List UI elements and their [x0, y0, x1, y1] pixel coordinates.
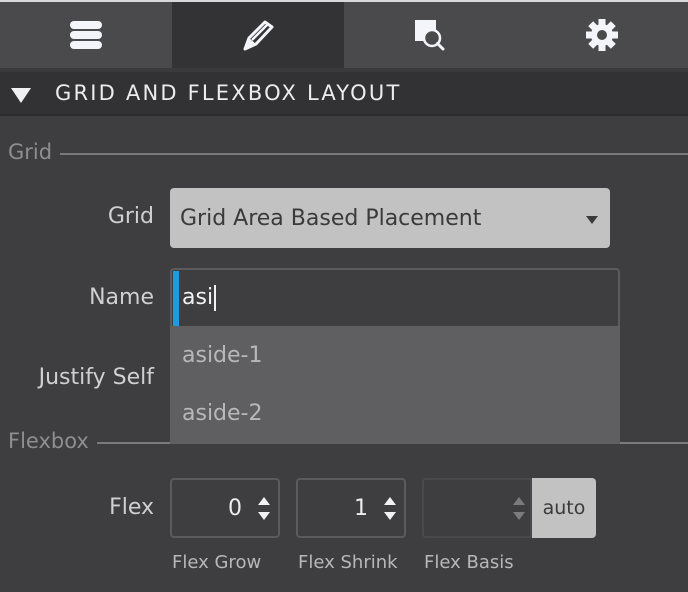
section-header-grid-flexbox[interactable]: GRID AND FLEXBOX LAYOUT	[0, 72, 688, 116]
grid-placement-select[interactable]: Grid Area Based Placement	[170, 188, 610, 248]
decrement-arrow-icon[interactable]	[258, 511, 270, 520]
focus-indicator	[173, 271, 179, 326]
grid-area-name-input[interactable]: asi	[170, 268, 620, 328]
grid-label: Grid	[107, 204, 154, 229]
grid-placement-value: Grid Area Based Placement	[180, 205, 482, 231]
flex-shrink-value: 1	[354, 495, 368, 521]
gear-icon	[585, 18, 619, 52]
justify-self-label: Justify Self	[38, 365, 154, 390]
flex-grow-stepper	[256, 496, 272, 520]
flex-basis-input[interactable]	[422, 478, 532, 538]
flex-basis-auto-button[interactable]: auto	[532, 478, 596, 538]
tab-style[interactable]	[172, 2, 344, 68]
name-input-text: asi	[182, 285, 214, 310]
tab-settings[interactable]	[516, 2, 688, 68]
grid-group-text: Grid	[8, 140, 53, 164]
chevron-down-icon	[586, 216, 598, 224]
increment-arrow-icon[interactable]	[513, 496, 525, 505]
grid-group-label: Grid	[8, 140, 688, 164]
flex-grow-input[interactable]: 0	[170, 478, 280, 538]
increment-arrow-icon[interactable]	[258, 496, 270, 505]
suggestion-item[interactable]: aside-2	[170, 384, 620, 442]
hamburger-menu-icon	[69, 19, 103, 51]
flex-shrink-stepper	[382, 496, 398, 520]
tab-layers[interactable]	[0, 2, 172, 68]
flex-grow-value: 0	[228, 495, 242, 521]
flex-grow-label: Flex Grow	[172, 552, 262, 573]
inspect-search-icon	[413, 18, 447, 52]
name-label: Name	[89, 285, 154, 310]
section-title: GRID AND FLEXBOX LAYOUT	[55, 81, 402, 105]
name-suggestions-dropdown: aside-1 aside-2	[170, 326, 620, 444]
flex-shrink-label: Flex Shrink	[298, 552, 398, 573]
collapse-triangle-icon[interactable]	[11, 87, 31, 103]
text-cursor	[214, 285, 217, 311]
flex-shrink-input[interactable]: 1	[296, 478, 406, 538]
divider	[60, 153, 688, 155]
flex-basis-stepper	[511, 496, 527, 520]
pencil-icon	[241, 18, 275, 52]
suggestion-item[interactable]: aside-1	[170, 326, 620, 384]
increment-arrow-icon[interactable]	[384, 496, 396, 505]
flex-label: Flex	[109, 495, 154, 520]
flexbox-group-text: Flexbox	[8, 429, 89, 453]
flex-basis-label: Flex Basis	[424, 552, 514, 573]
decrement-arrow-icon[interactable]	[513, 511, 525, 520]
name-input-value: asi	[182, 285, 217, 311]
decrement-arrow-icon[interactable]	[384, 511, 396, 520]
panel-tab-bar	[0, 2, 688, 68]
tab-inspect[interactable]	[344, 2, 516, 68]
